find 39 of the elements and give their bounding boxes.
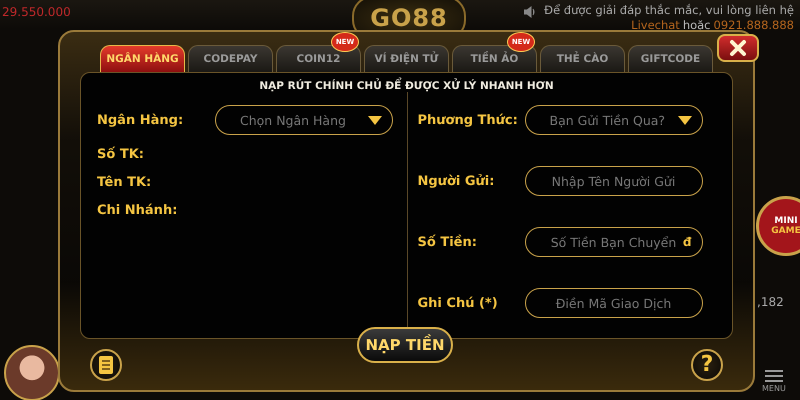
tab[interactable]: GIFTCODE bbox=[628, 45, 713, 72]
field-label: Ghi Chú (*) bbox=[418, 296, 499, 310]
dropdown[interactable]: Chọn Ngân Hàng bbox=[215, 105, 393, 135]
tab[interactable]: THẺ CÀO bbox=[540, 45, 625, 72]
tab[interactable]: CODEPAY bbox=[188, 45, 273, 72]
phone-link[interactable]: 0921.888.888 bbox=[714, 18, 794, 33]
field-label: Chi Nhánh: bbox=[97, 202, 178, 218]
field-label: Phương Thức: bbox=[418, 112, 519, 128]
document-button[interactable] bbox=[90, 348, 122, 380]
field-label: Tên TK: bbox=[97, 174, 152, 190]
tab[interactable]: TIỀN ẢO bbox=[452, 45, 537, 72]
help-button[interactable]: ? bbox=[691, 348, 723, 380]
input-field[interactable]: Điền Mã Giao Dịch bbox=[524, 288, 702, 318]
field-label: Số TK: bbox=[97, 146, 145, 162]
dropdown[interactable]: Bạn Gửi Tiền Qua? bbox=[524, 105, 702, 135]
help-text: Để được giải đáp thắc mắc, vui lòng liên hệ bbox=[544, 3, 794, 18]
menu-icon[interactable] bbox=[764, 370, 783, 382]
caret-icon bbox=[368, 116, 382, 124]
input-field[interactable]: Nhập Tên Người Gửi bbox=[524, 166, 702, 196]
input-field[interactable]: Số Tiền Bạn Chuyển đ bbox=[524, 227, 702, 257]
field-label: Ngân Hàng: bbox=[97, 112, 184, 128]
field-label: Người Gửi: bbox=[418, 174, 496, 188]
livechat-link[interactable]: Livechat bbox=[631, 18, 680, 33]
document-icon bbox=[99, 356, 113, 374]
tab[interactable]: VÍ ĐIỆN TỬ bbox=[364, 45, 449, 72]
tab[interactable]: COIN12 bbox=[276, 45, 361, 72]
jackpot-amount: ,182 bbox=[757, 295, 784, 309]
close-button[interactable] bbox=[717, 34, 759, 62]
balance-amount: 29.550.000 bbox=[1, 4, 71, 19]
tab[interactable]: NGÂN HÀNG bbox=[100, 45, 185, 72]
speaker-icon bbox=[524, 6, 536, 18]
mini-game-button[interactable]: MINI GAME bbox=[756, 196, 800, 256]
close-icon bbox=[729, 39, 747, 57]
notice-text: NẠP RÚT CHÍNH CHỦ ĐỂ ĐƯỢC XỬ LÝ NHANH HƠN bbox=[81, 73, 732, 92]
caret-icon bbox=[678, 116, 692, 124]
deposit-button[interactable]: NẠP TIỀN bbox=[357, 327, 453, 363]
or-text: hoặc bbox=[682, 18, 711, 33]
menu-label[interactable]: MENU bbox=[762, 384, 786, 393]
field-label: Số Tiền: bbox=[418, 234, 478, 250]
